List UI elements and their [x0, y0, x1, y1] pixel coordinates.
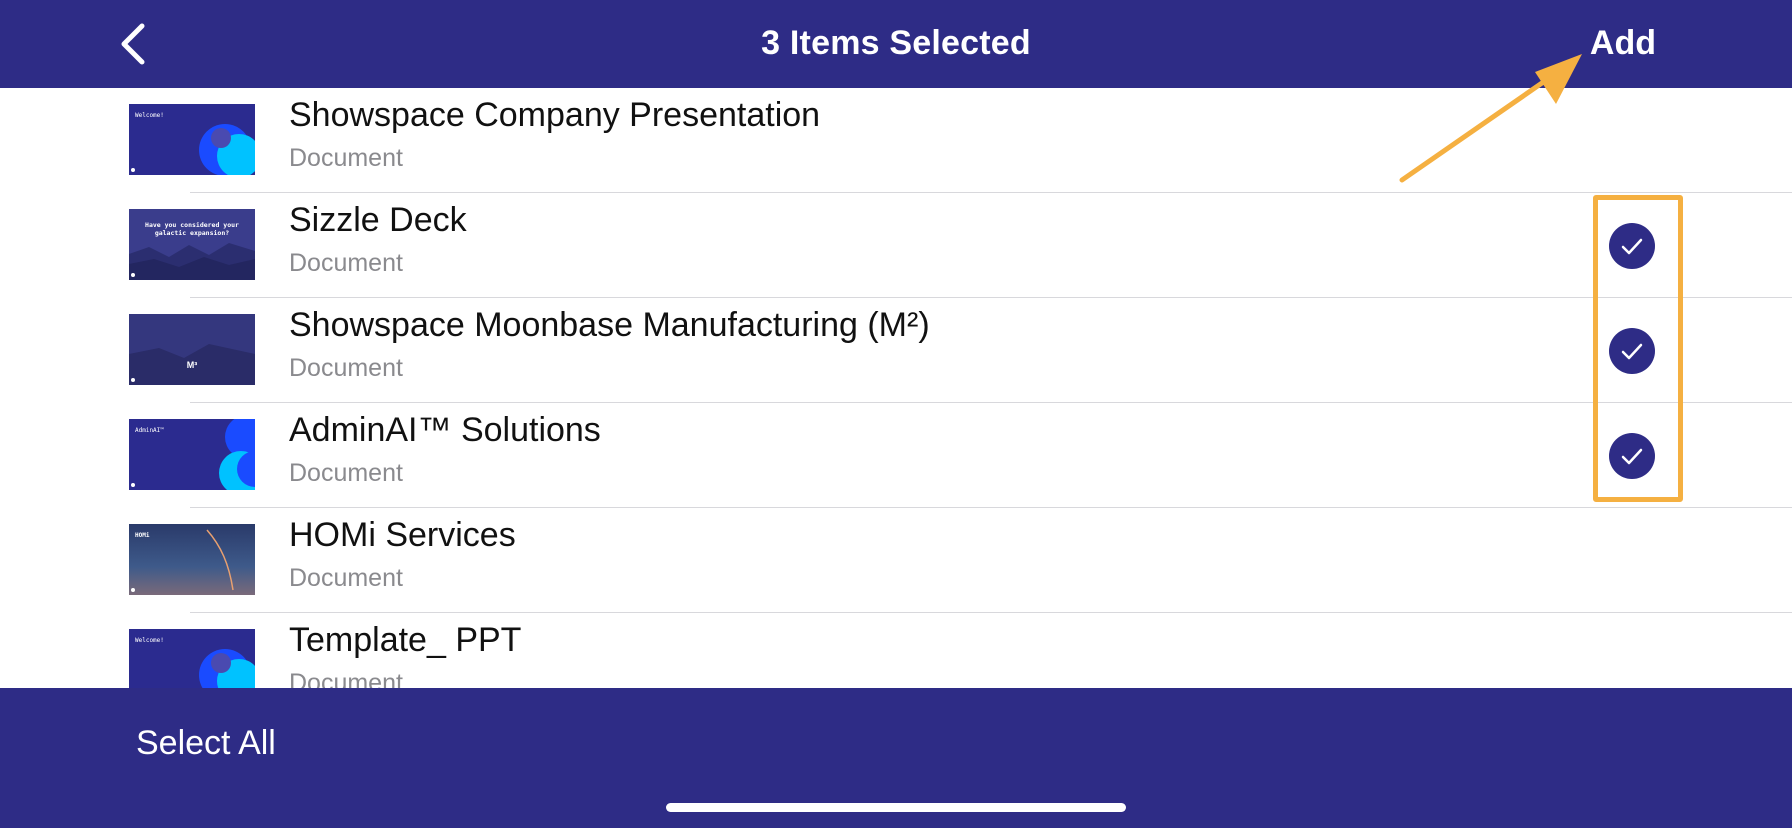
document-title: AdminAI™ Solutions: [289, 411, 601, 449]
checkmark-icon: [1621, 238, 1643, 255]
list-item[interactable]: Welcome! Showspace Company Presentation …: [0, 88, 1792, 193]
list-item[interactable]: AdminAI™ AdminAI™ Solutions Document: [0, 403, 1792, 508]
selected-checkmark[interactable]: [1609, 223, 1655, 269]
navigation-bar: 3 Items Selected Add: [0, 0, 1792, 88]
document-type: Document: [289, 564, 403, 592]
page-title: 3 Items Selected: [761, 24, 1031, 62]
document-title: Sizzle Deck: [289, 201, 467, 239]
selected-checkmark[interactable]: [1609, 433, 1655, 479]
thumbnail-text: Have you considered your galactic expans…: [145, 221, 239, 237]
add-button[interactable]: Add: [1590, 24, 1656, 63]
thumbnail-text: HOMi: [135, 532, 150, 539]
thumbnail-text: M³: [186, 360, 198, 370]
document-title: HOMi Services: [289, 516, 516, 554]
document-title: Showspace Moonbase Manufacturing (M²): [289, 306, 930, 344]
document-type: Document: [289, 459, 403, 487]
document-thumbnail: M³: [129, 314, 255, 385]
list-item[interactable]: HOMi HOMi Services Document: [0, 508, 1792, 613]
list-item[interactable]: Welcome! Template_ PPT Document: [0, 613, 1792, 688]
document-type: Document: [289, 669, 403, 688]
document-thumbnail: Have you considered your galactic expans…: [129, 209, 255, 280]
document-list: Welcome! Showspace Company Presentation …: [0, 88, 1792, 688]
document-type: Document: [289, 354, 403, 382]
document-thumbnail: AdminAI™: [129, 419, 255, 490]
checkmark-icon: [1621, 343, 1643, 360]
document-title: Template_ PPT: [289, 621, 522, 659]
thumbnail-text: Welcome!: [135, 112, 164, 119]
thumbnail-text: AdminAI™: [135, 427, 164, 434]
thumbnail-text: Welcome!: [135, 637, 164, 644]
document-thumbnail: Welcome!: [129, 104, 255, 175]
document-thumbnail: HOMi: [129, 524, 255, 595]
list-item[interactable]: M³ Showspace Moonbase Manufacturing (M²)…: [0, 298, 1792, 403]
document-type: Document: [289, 249, 403, 277]
checkmark-icon: [1621, 448, 1643, 465]
document-title: Showspace Company Presentation: [289, 96, 821, 134]
list-item[interactable]: Have you considered your galactic expans…: [0, 193, 1792, 298]
document-thumbnail: Welcome!: [129, 629, 255, 688]
bottom-toolbar: Select All: [0, 688, 1792, 828]
select-all-button[interactable]: Select All: [136, 724, 276, 763]
home-indicator: [666, 803, 1126, 812]
document-type: Document: [289, 144, 403, 172]
selected-checkmark[interactable]: [1609, 328, 1655, 374]
